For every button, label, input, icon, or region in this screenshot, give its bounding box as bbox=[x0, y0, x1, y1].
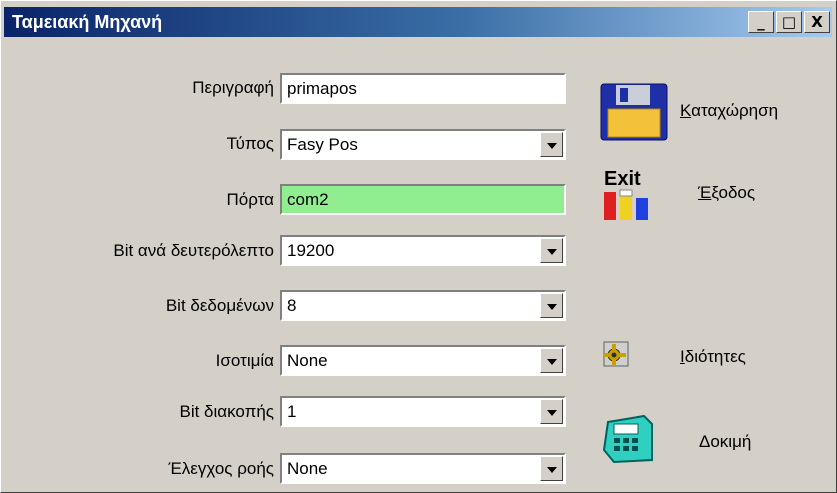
port-label: Πόρτα bbox=[226, 190, 274, 209]
cash-register-window: Ταμειακή Μηχανή _ □ X Περιγραφή primapos… bbox=[0, 0, 837, 493]
save-button[interactable]: Καταχώρηση bbox=[680, 101, 778, 121]
parity-dropdown-button[interactable] bbox=[540, 348, 563, 373]
type-value: Fasy Pos bbox=[287, 135, 358, 154]
type-dropdown-button[interactable] bbox=[540, 132, 563, 157]
exit-icon[interactable]: Exit bbox=[600, 165, 664, 223]
port-input[interactable]: com2 bbox=[280, 184, 566, 215]
flow-label: Έλεγχος ροής bbox=[168, 459, 274, 478]
description-input[interactable]: primapos bbox=[280, 73, 566, 104]
databits-select[interactable]: 8 bbox=[280, 290, 566, 321]
parity-select[interactable]: None bbox=[280, 345, 566, 376]
port-value: com2 bbox=[287, 190, 329, 209]
parity-value: None bbox=[287, 351, 328, 370]
databits-value: 8 bbox=[287, 296, 297, 315]
baud-dropdown-button[interactable] bbox=[540, 238, 563, 263]
flow-dropdown-button[interactable] bbox=[540, 456, 563, 481]
baud-select[interactable]: 19200 bbox=[280, 235, 566, 266]
save-label-mnemonic: Κ bbox=[680, 101, 692, 120]
exit-label-mnemonic: Έ bbox=[698, 183, 712, 202]
flow-value: None bbox=[287, 459, 328, 478]
exit-button[interactable]: Έξοδος bbox=[698, 183, 755, 203]
baud-label: Bit ανά δευτερόλεπτο bbox=[113, 241, 274, 260]
description-value: primapos bbox=[287, 79, 357, 98]
close-button[interactable]: X bbox=[804, 11, 830, 33]
exit-label: ξοδος bbox=[711, 183, 756, 202]
minimize-button[interactable]: _ bbox=[748, 11, 774, 33]
window-title: Ταμειακή Μηχανή bbox=[12, 12, 163, 32]
properties-button[interactable]: Ιδιότητες bbox=[680, 347, 746, 367]
floppy-disk-icon[interactable] bbox=[600, 83, 668, 141]
stopbits-value: 1 bbox=[287, 402, 297, 421]
stopbits-select[interactable]: 1 bbox=[280, 396, 566, 427]
save-label: αταχώρηση bbox=[691, 101, 779, 120]
databits-label: Bit δεδομένων bbox=[165, 296, 274, 315]
type-select[interactable]: Fasy Pos bbox=[280, 129, 566, 160]
baud-value: 19200 bbox=[287, 241, 335, 260]
databits-dropdown-button[interactable] bbox=[540, 293, 563, 318]
test-button[interactable]: Δοκιμή bbox=[699, 432, 751, 452]
parity-label: Ισοτιμία bbox=[215, 351, 274, 370]
properties-label: διότητες bbox=[684, 347, 746, 366]
stopbits-dropdown-button[interactable] bbox=[540, 399, 563, 424]
description-label: Περιγραφή bbox=[192, 78, 274, 97]
title-bar[interactable]: Ταμειακή Μηχανή _ □ X bbox=[4, 7, 832, 37]
cash-register-icon[interactable] bbox=[600, 414, 658, 464]
exit-icon-text: Exit bbox=[604, 168, 641, 190]
maximize-button[interactable]: □ bbox=[776, 11, 802, 33]
properties-icon[interactable] bbox=[603, 341, 629, 367]
flow-select[interactable]: None bbox=[280, 453, 566, 484]
stopbits-label: Bit διακοπής bbox=[179, 402, 274, 421]
type-label: Τύπος bbox=[226, 134, 274, 153]
